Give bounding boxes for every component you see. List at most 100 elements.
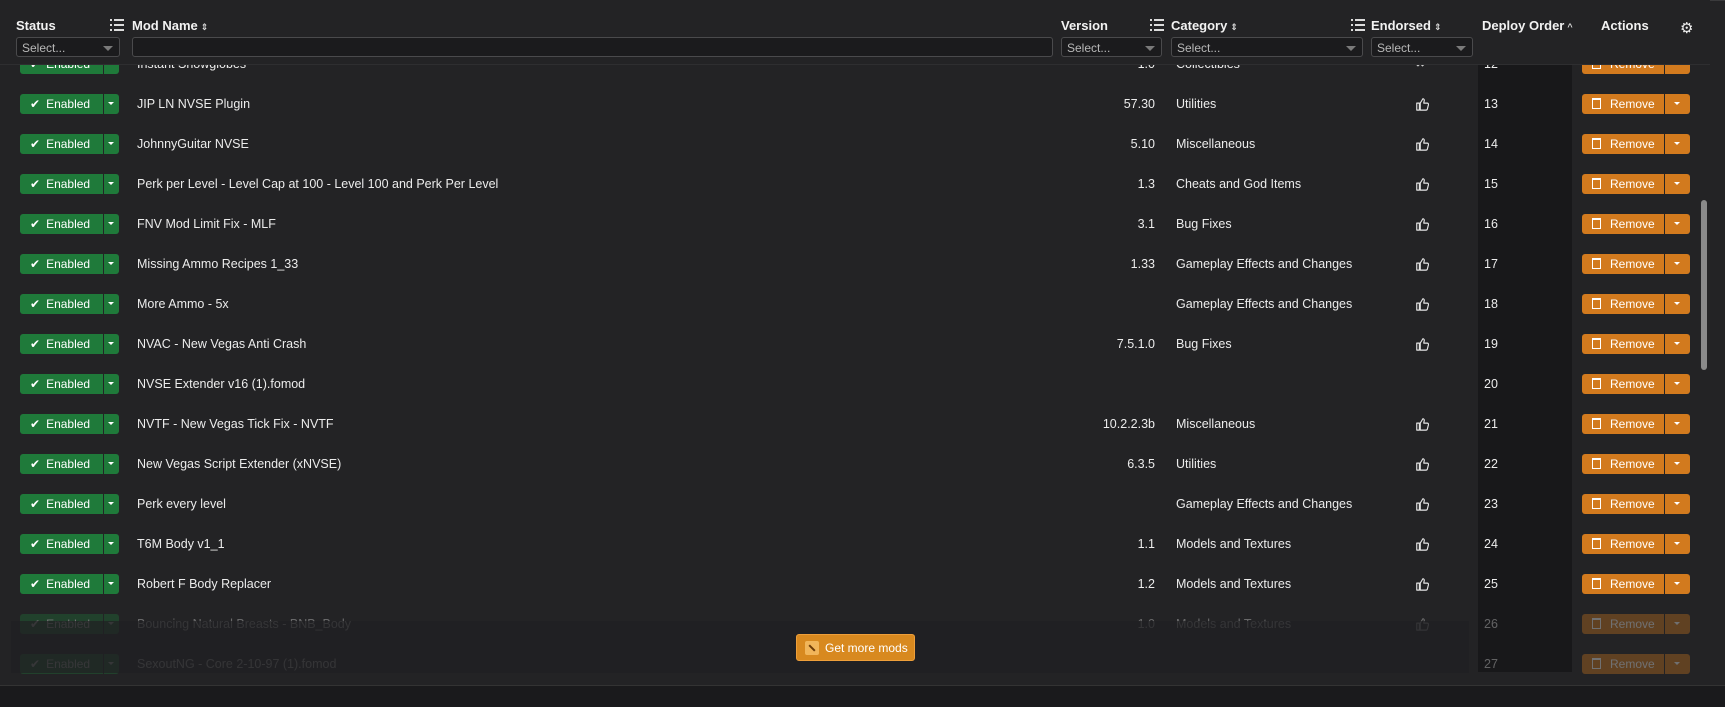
thumbs-up-icon[interactable]: [1415, 257, 1430, 271]
actions-dropdown-button[interactable]: [1665, 174, 1690, 194]
category-filter-select[interactable]: Select...: [1171, 37, 1363, 57]
actions-dropdown-button[interactable]: [1665, 254, 1690, 274]
table-row[interactable]: ✔ Enabled More Ammo - 5x Gameplay Effects a…: [0, 294, 1700, 334]
enabled-toggle-button[interactable]: ✔ Enabled: [20, 414, 103, 434]
table-row[interactable]: ✔ Enabled NVSE Extender v16 (1).fomod 20 Rem…: [0, 374, 1700, 414]
table-row[interactable]: ✔ Enabled Missing Ammo Recipes 1_33 1.33 Gam…: [0, 254, 1700, 294]
column-category[interactable]: Category ⇕: [1171, 18, 1238, 33]
actions-dropdown-button[interactable]: [1665, 614, 1690, 634]
endorsed-filter-select[interactable]: Select...: [1371, 37, 1473, 57]
status-dropdown-button[interactable]: [104, 414, 119, 434]
status-dropdown-button[interactable]: [104, 334, 119, 354]
column-endorsed[interactable]: Endorsed ⇕: [1371, 18, 1442, 33]
remove-button[interactable]: Remove: [1582, 454, 1664, 474]
thumbs-up-icon[interactable]: [1415, 337, 1430, 351]
status-dropdown-button[interactable]: [104, 294, 119, 314]
thumbs-up-icon[interactable]: [1415, 457, 1430, 471]
actions-dropdown-button[interactable]: [1665, 534, 1690, 554]
remove-button[interactable]: Remove: [1582, 374, 1664, 394]
actions-dropdown-button[interactable]: [1665, 334, 1690, 354]
enabled-toggle-button[interactable]: ✔ Enabled: [20, 534, 103, 554]
table-row[interactable]: ✔ Enabled Perk per Level - Level Cap at 10…: [0, 174, 1700, 214]
remove-button[interactable]: Remove: [1582, 334, 1664, 354]
actions-dropdown-button[interactable]: [1665, 374, 1690, 394]
thumbs-up-icon[interactable]: [1415, 297, 1430, 311]
enabled-toggle-button[interactable]: ✔ Enabled: [20, 254, 103, 274]
table-row[interactable]: ✔ Enabled NVAC - New Vegas Anti Crash 7.5.1…: [0, 334, 1700, 374]
actions-dropdown-button[interactable]: [1665, 494, 1690, 514]
enabled-toggle-button[interactable]: ✔ Enabled: [20, 334, 103, 354]
table-row[interactable]: ✔ Enabled T6M Body v1_1 1.1 Models and Textu…: [0, 534, 1700, 574]
enabled-toggle-button[interactable]: ✔ Enabled: [20, 294, 103, 314]
thumbs-up-icon[interactable]: [1415, 537, 1430, 551]
remove-button[interactable]: Remove: [1582, 414, 1664, 434]
column-version[interactable]: Version: [1061, 18, 1108, 33]
table-row[interactable]: ✔ Enabled JIP LN NVSE Plugin 57.30 Utilities…: [0, 94, 1700, 134]
status-dropdown-button[interactable]: [104, 454, 119, 474]
thumbs-up-icon[interactable]: [1415, 497, 1430, 511]
table-row[interactable]: ✔ Enabled JohnnyGuitar NVSE 5.10 Miscellaneo…: [0, 134, 1700, 174]
status-dropdown-button[interactable]: [104, 374, 119, 394]
remove-button[interactable]: Remove: [1582, 94, 1664, 114]
column-mod-name[interactable]: Mod Name ⇕: [132, 18, 208, 33]
remove-button[interactable]: Remove: [1582, 574, 1664, 594]
remove-button[interactable]: Remove: [1582, 534, 1664, 554]
table-row[interactable]: ✔ Enabled New Vegas Script Extender (xNVSE…: [0, 454, 1700, 494]
thumbs-up-icon[interactable]: [1415, 177, 1430, 191]
enabled-toggle-button[interactable]: ✔ Enabled: [20, 574, 103, 594]
list-filter-icon[interactable]: [1351, 18, 1365, 32]
status-dropdown-button[interactable]: [104, 574, 119, 594]
list-filter-icon[interactable]: [110, 18, 124, 32]
thumbs-up-icon[interactable]: [1415, 97, 1430, 111]
list-filter-icon[interactable]: [1150, 18, 1164, 32]
remove-button[interactable]: Remove: [1582, 294, 1664, 314]
remove-button[interactable]: Remove: [1582, 214, 1664, 234]
status-filter-select[interactable]: Select...: [16, 37, 120, 57]
actions-dropdown-button[interactable]: [1665, 94, 1690, 114]
status-dropdown-button[interactable]: [104, 254, 119, 274]
remove-button[interactable]: Remove: [1582, 174, 1664, 194]
status-dropdown-button[interactable]: [104, 494, 119, 514]
deploy-order-value: 27: [1484, 657, 1498, 671]
get-more-mods-button[interactable]: Get more mods: [796, 634, 915, 661]
enabled-toggle-button[interactable]: ✔ Enabled: [20, 214, 103, 234]
status-dropdown-button[interactable]: [104, 134, 119, 154]
actions-dropdown-button[interactable]: [1665, 294, 1690, 314]
enabled-toggle-button[interactable]: ✔ Enabled: [20, 94, 103, 114]
remove-button[interactable]: Remove: [1582, 254, 1664, 274]
column-status[interactable]: Status: [16, 18, 56, 33]
remove-button[interactable]: Remove: [1582, 134, 1664, 154]
actions-dropdown-button[interactable]: [1665, 574, 1690, 594]
enabled-toggle-button[interactable]: ✔ Enabled: [20, 494, 103, 514]
thumbs-up-icon[interactable]: [1415, 137, 1430, 151]
status-dropdown-button[interactable]: [104, 534, 119, 554]
version-filter-select[interactable]: Select...: [1061, 37, 1162, 57]
status-dropdown-button[interactable]: [104, 214, 119, 234]
mod-name-filter-input[interactable]: [132, 37, 1053, 57]
enabled-toggle-button[interactable]: ✔ Enabled: [20, 134, 103, 154]
actions-dropdown-button[interactable]: [1665, 414, 1690, 434]
thumbs-up-icon[interactable]: [1415, 417, 1430, 431]
actions-dropdown-button[interactable]: [1665, 654, 1690, 674]
table-row[interactable]: ✔ Enabled Robert F Body Replacer 1.2 Models …: [0, 574, 1700, 614]
scrollbar-thumb[interactable]: [1701, 200, 1707, 370]
status-dropdown-button[interactable]: [104, 94, 119, 114]
remove-button[interactable]: Remove: [1582, 494, 1664, 514]
status-dropdown-button[interactable]: [104, 174, 119, 194]
enabled-toggle-button[interactable]: ✔ Enabled: [20, 174, 103, 194]
table-row[interactable]: ✔ Enabled FNV Mod Limit Fix - MLF 3.1 Bug Fi…: [0, 214, 1700, 254]
actions-dropdown-button[interactable]: [1665, 214, 1690, 234]
remove-button[interactable]: Remove: [1582, 614, 1664, 634]
remove-button[interactable]: Remove: [1582, 654, 1664, 674]
enabled-label: Enabled: [46, 577, 91, 591]
thumbs-up-icon[interactable]: [1415, 217, 1430, 231]
gear-icon[interactable]: ⚙: [1680, 19, 1693, 37]
actions-dropdown-button[interactable]: [1665, 454, 1690, 474]
column-deploy-order[interactable]: Deploy Order ^: [1482, 18, 1573, 33]
actions-dropdown-button[interactable]: [1665, 134, 1690, 154]
enabled-toggle-button[interactable]: ✔ Enabled: [20, 374, 103, 394]
enabled-toggle-button[interactable]: ✔ Enabled: [20, 454, 103, 474]
thumbs-up-icon[interactable]: [1415, 577, 1430, 591]
table-row[interactable]: ✔ Enabled Perk every level Gameplay Effects…: [0, 494, 1700, 534]
table-row[interactable]: ✔ Enabled NVTF - New Vegas Tick Fix - NVTF…: [0, 414, 1700, 454]
